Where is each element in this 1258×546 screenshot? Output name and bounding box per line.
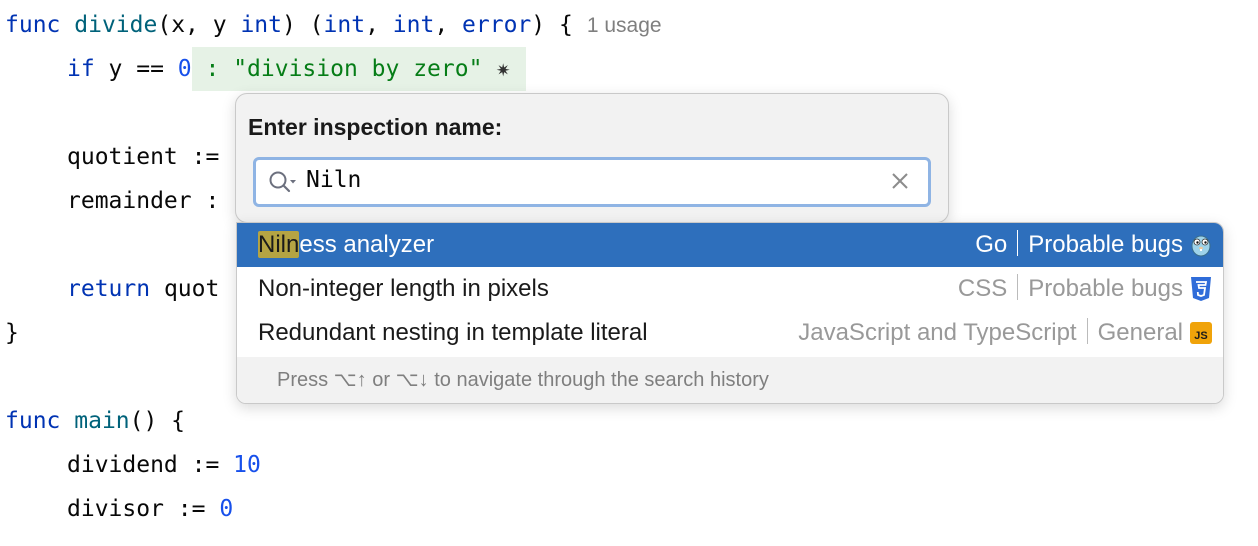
result-meta: Go Probable bugs [975, 223, 1183, 267]
inspection-name-popup: Enter inspection name: [235, 93, 949, 223]
result-category: Probable bugs [1028, 275, 1183, 302]
hint-text: : "division by zero" [191, 56, 497, 82]
result-category: General [1097, 319, 1183, 346]
type: int [240, 12, 282, 38]
punct: , [365, 12, 393, 38]
result-language: JavaScript and TypeScript [798, 319, 1077, 346]
clear-icon[interactable] [890, 171, 910, 191]
code-text: quot [150, 276, 220, 302]
search-box[interactable] [253, 157, 931, 207]
result-name-rest: ess analyzer [299, 231, 435, 258]
expr: y == [94, 56, 178, 82]
usage-hint[interactable]: 1 usage [587, 14, 662, 37]
code-line-9: divisor := 0 [67, 487, 233, 531]
code-line-8: dividend := 10 [67, 443, 261, 487]
separator [1086, 318, 1088, 344]
type: int [323, 12, 366, 38]
result-meta: JavaScript and TypeScript General [798, 311, 1183, 355]
code-text: divisor := [67, 496, 220, 522]
code-line-7: func main() { [5, 399, 185, 443]
popup-title: Enter inspection name: [248, 114, 503, 140]
function-name: divide [74, 12, 158, 38]
number: 0 [219, 496, 234, 522]
keyword: if [67, 56, 95, 82]
results-list: Nilness analyzer Go Probable bugs Non-int… [236, 222, 1224, 404]
code-line-1: func divide(x, y int) (int, int, error) … [5, 3, 662, 47]
result-row-redundant-nesting[interactable]: Redundant nesting in template literal Ja… [237, 311, 1223, 355]
punct: ) ( [281, 12, 324, 38]
result-language: Go [975, 231, 1008, 258]
css3-icon [1191, 277, 1211, 301]
result-name: Redundant nesting in template literal [258, 319, 648, 346]
punct: , [434, 12, 463, 38]
result-row-non-integer[interactable]: Non-integer length in pixels CSS Probable… [237, 267, 1223, 311]
code-text: dividend := [67, 452, 234, 478]
punct: ) { [531, 12, 573, 38]
svg-text:JS: JS [1194, 330, 1207, 342]
search-input[interactable] [306, 164, 866, 196]
number: 0 [177, 56, 192, 82]
result-name: Nilness analyzer [258, 223, 434, 267]
code-line-5: return quot [67, 267, 219, 311]
type: int [392, 12, 435, 38]
separator [1017, 230, 1019, 256]
inlay-hint[interactable]: : "division by zero" ✷ [191, 47, 527, 91]
star-icon: ✷ [496, 56, 511, 82]
result-category: Probable bugs [1028, 231, 1183, 258]
code-line-3: quotient := [67, 144, 220, 170]
gopher-icon [1191, 235, 1211, 257]
separator [1017, 274, 1019, 300]
js-icon: JS [1190, 322, 1212, 344]
function-name: main [74, 408, 130, 434]
match-highlight: Niln [258, 231, 300, 258]
punct: () { [129, 408, 186, 434]
number: 10 [233, 452, 261, 478]
code-line-2: if y == 0 : "division by zero" ✷ [67, 47, 527, 91]
footer-text: Press ⌥↑ or ⌥↓ to navigate through the s… [277, 369, 769, 391]
type: error [462, 12, 532, 38]
params: (x, y [157, 12, 241, 38]
search-history-hint: Press ⌥↑ or ⌥↓ to navigate through the s… [237, 357, 1223, 403]
keyword: func [5, 12, 61, 38]
search-icon[interactable] [268, 169, 298, 195]
result-row-nilness[interactable]: Nilness analyzer Go Probable bugs [237, 223, 1223, 267]
code-line-4: remainder : [67, 188, 220, 214]
keyword: func [5, 408, 61, 434]
result-name: Non-integer length in pixels [258, 275, 549, 302]
code-line-6: } [5, 320, 19, 346]
result-language: CSS [957, 275, 1008, 302]
result-meta: CSS Probable bugs [958, 267, 1183, 311]
keyword: return [67, 276, 151, 302]
